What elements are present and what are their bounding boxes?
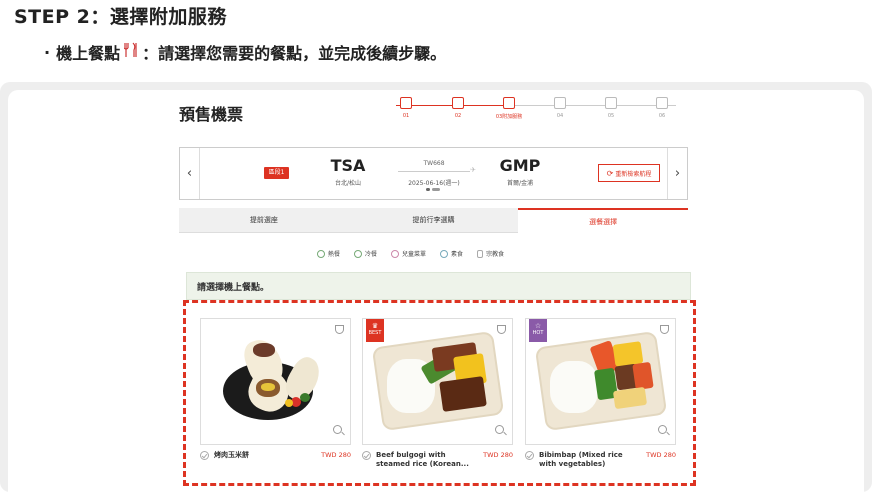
prev-segment-button[interactable]: ‹ — [180, 148, 200, 199]
kids-meal-icon — [391, 249, 400, 258]
utensils-icon — [123, 42, 138, 62]
vegetarian-icon — [440, 249, 449, 258]
step-number: 04 — [556, 113, 564, 119]
segment-badge: 區段1 — [264, 167, 289, 179]
tab-meal-selection[interactable]: 選餐選擇 — [518, 208, 689, 233]
meal-prompt: 請選擇機上餐點。 — [186, 272, 691, 300]
destination-airport: GMP 首爾/金浦 — [490, 156, 550, 187]
document-icon — [554, 97, 566, 109]
category-religious[interactable]: 宗教食 — [477, 249, 504, 258]
origin-city: 台北/松山 — [334, 180, 362, 187]
flight-number: TW668 — [423, 160, 445, 167]
edit-icon — [452, 97, 464, 109]
step-number: 06 — [658, 113, 666, 119]
chevron-right-icon: › — [674, 166, 681, 181]
step-title: STEP 2：選擇附加服務 — [14, 6, 227, 28]
tab-baggage[interactable]: 提前行李選購 — [348, 208, 519, 233]
step-description: · 機上餐點 ：請選擇您需要的餐點，並完成後續步驟。 — [44, 40, 446, 64]
origin-airport: TSA 台北/松山 — [318, 156, 378, 187]
category-vegetarian[interactable]: 素食 — [440, 249, 463, 258]
progress-stepper: 01 02 03附加服務 04 05 06 — [384, 97, 689, 123]
dest-code: GMP — [499, 156, 541, 175]
step-03: 03附加服務 — [487, 97, 531, 120]
gift-icon — [503, 97, 515, 109]
origin-code: TSA — [330, 156, 366, 175]
religious-meal-icon — [477, 249, 484, 258]
step-number: 05 — [607, 113, 615, 119]
plane-icon — [398, 166, 476, 174]
chevron-left-icon: ‹ — [186, 166, 193, 181]
research-flights-button[interactable]: ⟳ 重新檢索航程 — [598, 164, 660, 182]
step-05: 05 — [589, 97, 633, 119]
category-hot-meal[interactable]: 熱餐 — [317, 249, 340, 258]
desc-prefix: 機上餐點 — [56, 44, 121, 63]
flight-date: 2025-06-16(週一) — [408, 180, 460, 187]
category-label: 素食 — [451, 251, 464, 258]
step-number: 02 — [454, 113, 462, 119]
bullet: · — [44, 42, 51, 62]
flight-info: TW668 2025-06-16(週一) — [398, 160, 476, 187]
category-cold-meal[interactable]: 冷餐 — [354, 249, 377, 258]
refresh-icon: ⟳ — [606, 168, 614, 178]
category-label: 宗教食 — [486, 251, 505, 258]
meal-list-highlight — [183, 300, 696, 486]
category-label: 熱餐 — [328, 251, 341, 258]
carousel-dot-active[interactable] — [432, 188, 440, 191]
carousel-dot[interactable] — [426, 188, 430, 191]
step-number: 01 — [402, 113, 410, 119]
step-number: 03附加服務 — [495, 114, 523, 120]
page-title: 預售機票 — [179, 105, 244, 124]
research-label: 重新檢索航程 — [615, 170, 652, 178]
calendar-icon — [400, 97, 412, 109]
step-02: 02 — [436, 97, 480, 119]
next-segment-button[interactable]: › — [667, 148, 687, 199]
step-01: 01 — [384, 97, 428, 119]
tutorial-page: STEP 2：選擇附加服務 · 機上餐點 ：請選擇您需要的餐點，並完成後續步驟。… — [0, 0, 872, 492]
meal-category-filter: 熱餐 冷餐 兒童菜單 素食 宗教食 — [317, 249, 504, 258]
hot-meal-icon — [317, 249, 325, 258]
desc-suffix: ：請選擇您需要的餐點，並完成後續步驟。 — [142, 44, 447, 63]
step-04: 04 — [538, 97, 582, 119]
shield-icon — [605, 97, 617, 109]
cold-meal-icon — [354, 249, 363, 258]
service-tabs: 提前選座 提前行李選購 選餐選擇 — [179, 208, 689, 233]
tab-seat-selection[interactable]: 提前選座 — [179, 208, 349, 233]
dest-city: 首爾/金浦 — [506, 180, 534, 187]
card-icon — [656, 97, 668, 109]
category-kids-meal[interactable]: 兒童菜單 — [391, 249, 426, 258]
flight-segment-card: ‹ 區段1 TSA 台北/松山 TW668 2025-06-16(週一) GMP… — [179, 147, 688, 200]
step-06: 06 — [640, 97, 684, 119]
category-label: 冷餐 — [365, 251, 378, 258]
carousel-dots — [426, 188, 440, 191]
category-label: 兒童菜單 — [402, 251, 427, 258]
